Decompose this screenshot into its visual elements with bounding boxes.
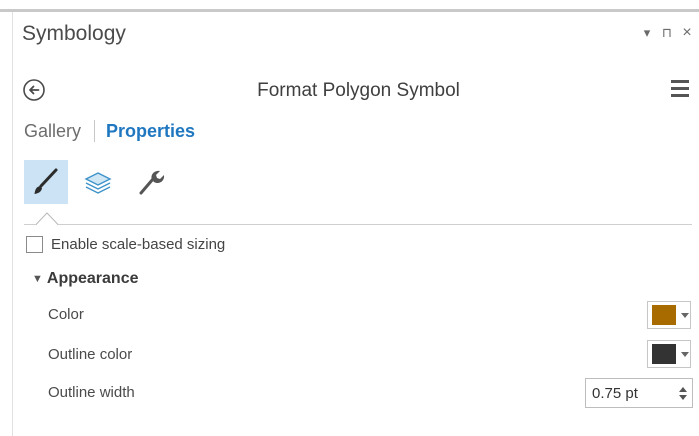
tab-layers[interactable]: [76, 160, 120, 204]
tab-symbol[interactable]: [24, 160, 68, 204]
pane-title: Symbology: [22, 22, 126, 45]
layers-icon: [84, 172, 112, 194]
decrement-arrow-icon[interactable]: [679, 394, 687, 400]
outline-color-swatch: [652, 344, 676, 364]
stepper-arrows[interactable]: [674, 386, 692, 400]
options-menu-button[interactable]: [671, 80, 691, 98]
wrench-icon: [139, 170, 165, 195]
symbol-format-header: Format Polygon Symbol: [0, 80, 699, 102]
chevron-down-icon: [681, 312, 689, 318]
paintbrush-icon: [34, 168, 58, 194]
scale-sizing-label: Enable scale-based sizing: [51, 236, 226, 253]
top-band: [0, 0, 699, 9]
outline-width-label: Outline width: [48, 384, 135, 401]
icon-tabs-divider: [24, 224, 692, 225]
scale-sizing-row: Enable scale-based sizing: [26, 236, 225, 253]
active-tab-caret-icon: [36, 212, 58, 225]
hamburger-menu-icon: [671, 80, 691, 97]
tab-strip: Gallery Properties: [24, 120, 195, 142]
window-controls: ▾ ⊓ ×: [641, 24, 693, 42]
tab-structure[interactable]: [128, 160, 172, 204]
pin-icon[interactable]: ⊓: [661, 25, 673, 41]
property-icon-tabs: [24, 160, 172, 204]
outline-width-value[interactable]: 0.75 pt: [586, 385, 674, 402]
color-label: Color: [48, 306, 84, 323]
page-title: Format Polygon Symbol: [257, 80, 460, 101]
close-icon[interactable]: ×: [681, 24, 693, 42]
outline-color-label: Outline color: [48, 346, 133, 363]
appearance-section-header[interactable]: ▼ Appearance: [32, 270, 138, 288]
increment-arrow-icon[interactable]: [679, 386, 687, 392]
tab-properties[interactable]: Properties: [106, 121, 195, 142]
pane-options-dropdown-icon[interactable]: ▾: [641, 25, 653, 41]
fill-color-swatch: [652, 305, 676, 325]
tab-gallery[interactable]: Gallery: [24, 121, 81, 142]
chevron-down-icon: ▼: [32, 273, 43, 285]
pane-left-border: [12, 12, 13, 436]
appearance-label: Appearance: [46, 270, 139, 287]
tab-divider: [94, 120, 96, 142]
pane-top-border: [0, 9, 699, 12]
outline-width-stepper[interactable]: 0.75 pt: [585, 378, 693, 408]
chevron-down-icon: [681, 351, 689, 357]
color-picker-button[interactable]: [647, 301, 691, 329]
scale-sizing-checkbox[interactable]: [26, 236, 43, 253]
outline-color-picker-button[interactable]: [647, 340, 691, 368]
